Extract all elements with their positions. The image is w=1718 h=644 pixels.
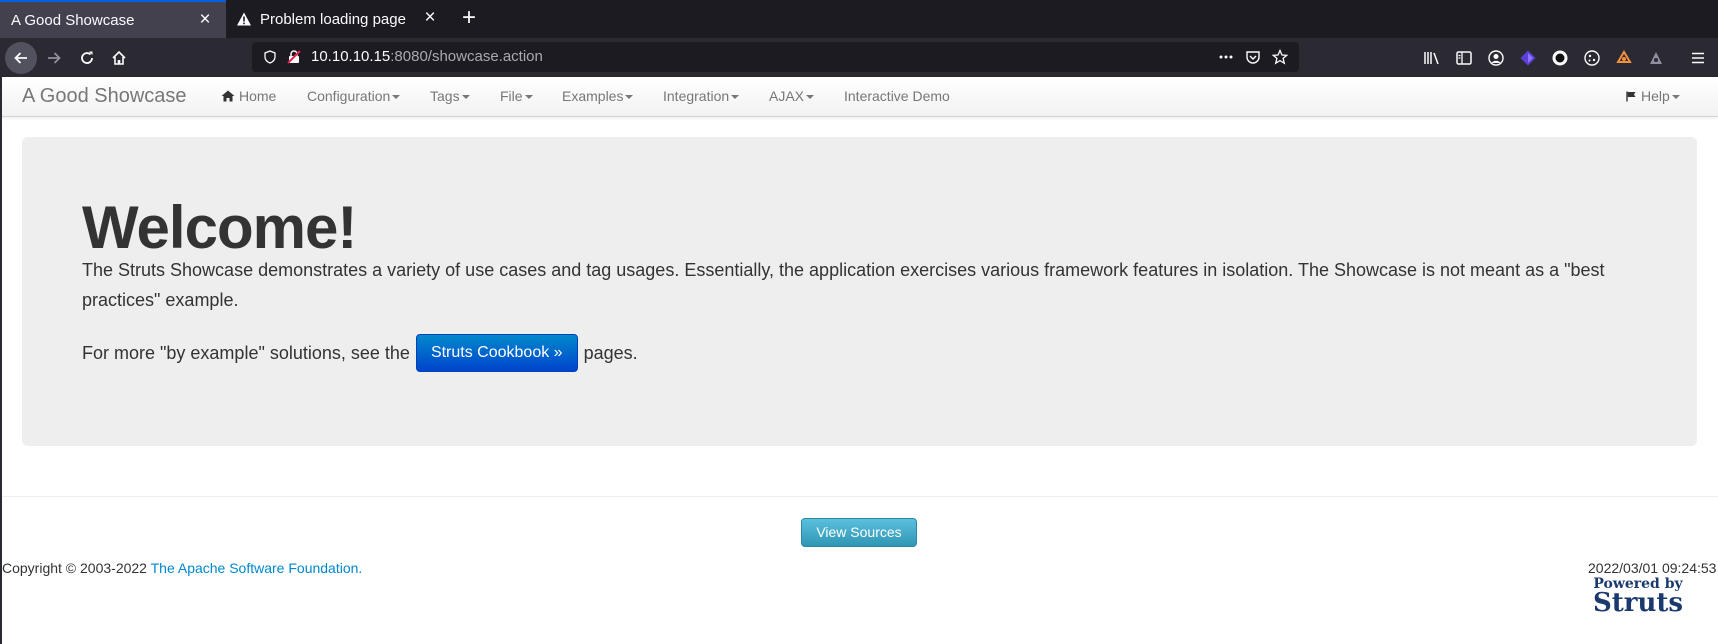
nav-ajax-label: AJAX	[769, 88, 805, 104]
nav-tags-label: Tags	[430, 88, 460, 104]
struts-cookbook-button[interactable]: Struts Cookbook »	[415, 334, 578, 372]
reload-icon[interactable]	[71, 42, 103, 74]
sidebar-icon[interactable]	[1455, 49, 1473, 67]
caret-down-icon	[806, 95, 815, 100]
nav-interactive-demo[interactable]: Interactive Demo	[844, 88, 950, 104]
nav-ajax[interactable]: AJAX	[769, 88, 815, 104]
bookmark-star-icon[interactable]	[1272, 49, 1288, 65]
flag-icon	[1626, 91, 1636, 102]
caret-down-icon	[625, 95, 634, 100]
caret-down-icon	[392, 95, 401, 100]
nav-tags[interactable]: Tags	[430, 88, 470, 104]
welcome-hero: Welcome! The Struts Showcase demonstrate…	[22, 137, 1697, 446]
url-path: :8080/showcase.action	[390, 48, 543, 65]
nav-examples[interactable]: Examples	[562, 88, 634, 104]
tab-title: Problem loading page	[260, 10, 406, 28]
url-host: 10.10.10.15	[311, 48, 391, 65]
extension-purple-icon[interactable]	[1519, 49, 1537, 67]
nav-examples-label: Examples	[562, 88, 624, 104]
library-icon[interactable]	[1423, 49, 1441, 67]
new-tab-icon[interactable]: +	[458, 6, 480, 30]
extension-circle-icon[interactable]	[1551, 49, 1569, 67]
copyright: Copyright © 2003-2022 The Apache Softwar…	[2, 560, 362, 576]
browser-tabstrip: A Good Showcase × Problem loading page ×…	[0, 0, 1718, 38]
account-icon[interactable]	[1487, 49, 1505, 67]
hero-more-prefix: For more "by example" solutions, see the	[82, 342, 410, 363]
nav-file[interactable]: File	[500, 88, 533, 104]
forward-button[interactable]	[38, 42, 70, 74]
tab-problem-loading-page[interactable]: Problem loading page ×	[226, 0, 451, 38]
back-button[interactable]	[5, 42, 37, 74]
page-content: A Good Showcase Home Configuration Tags …	[0, 77, 1718, 644]
nav-help-label: Help	[1641, 88, 1670, 104]
hero-more-suffix: pages.	[583, 342, 638, 363]
close-tab-icon[interactable]: ×	[421, 8, 439, 27]
shield-icon[interactable]	[262, 49, 278, 65]
view-sources-button[interactable]: View Sources	[801, 518, 917, 547]
nav-integration[interactable]: Integration	[663, 88, 740, 104]
footer-divider	[0, 496, 1718, 497]
tab-title: A Good Showcase	[11, 11, 135, 29]
browser-toolbar: 10.10.10.15:8080/showcase.action	[0, 38, 1718, 77]
url-text: 10.10.10.15:8080/showcase.action	[311, 48, 543, 65]
extension-orange-icon[interactable]	[1615, 49, 1633, 67]
caret-down-icon	[1671, 95, 1680, 100]
window-border	[0, 77, 2, 644]
hero-title: Welcome!	[82, 194, 357, 261]
tab-a-good-showcase[interactable]: A Good Showcase ×	[0, 0, 226, 38]
menu-icon[interactable]	[1689, 49, 1707, 67]
nav-home-label: Home	[239, 88, 277, 104]
nav-file-label: File	[500, 88, 523, 104]
timestamp: 2022/03/01 09:24:53	[1588, 560, 1717, 576]
copyright-text: Copyright © 2003-2022	[2, 560, 147, 576]
site-brand[interactable]: A Good Showcase	[22, 85, 187, 108]
nav-configuration[interactable]: Configuration	[307, 88, 401, 104]
nav-help[interactable]: Help	[1626, 88, 1680, 104]
nav-integration-label: Integration	[663, 88, 730, 104]
home-icon[interactable]	[103, 42, 135, 74]
struts-logo-text: Struts	[1592, 588, 1684, 618]
hero-more-line: For more "by example" solutions, see the…	[82, 334, 638, 372]
apache-foundation-link[interactable]: The Apache Software Foundation.	[151, 560, 363, 576]
caret-down-icon	[461, 95, 470, 100]
caret-down-icon	[731, 95, 740, 100]
close-tab-icon[interactable]: ×	[196, 10, 214, 29]
site-navbar: A Good Showcase Home Configuration Tags …	[0, 77, 1718, 117]
cookie-icon[interactable]	[1583, 49, 1601, 67]
address-bar[interactable]: 10.10.10.15:8080/showcase.action	[252, 42, 1299, 72]
extension-gray-icon[interactable]	[1647, 49, 1665, 67]
home-icon	[221, 90, 235, 102]
hero-description: The Struts Showcase demonstrates a varie…	[82, 260, 1605, 310]
insecure-lock-icon[interactable]	[286, 49, 302, 65]
pocket-icon[interactable]	[1245, 49, 1261, 65]
nav-configuration-label: Configuration	[307, 88, 391, 104]
more-actions-icon[interactable]	[1218, 49, 1234, 65]
warning-icon	[236, 11, 252, 27]
powered-by-struts-logo[interactable]: Powered by Struts	[1588, 577, 1688, 618]
nav-home[interactable]: Home	[221, 88, 276, 104]
caret-down-icon	[524, 95, 533, 100]
